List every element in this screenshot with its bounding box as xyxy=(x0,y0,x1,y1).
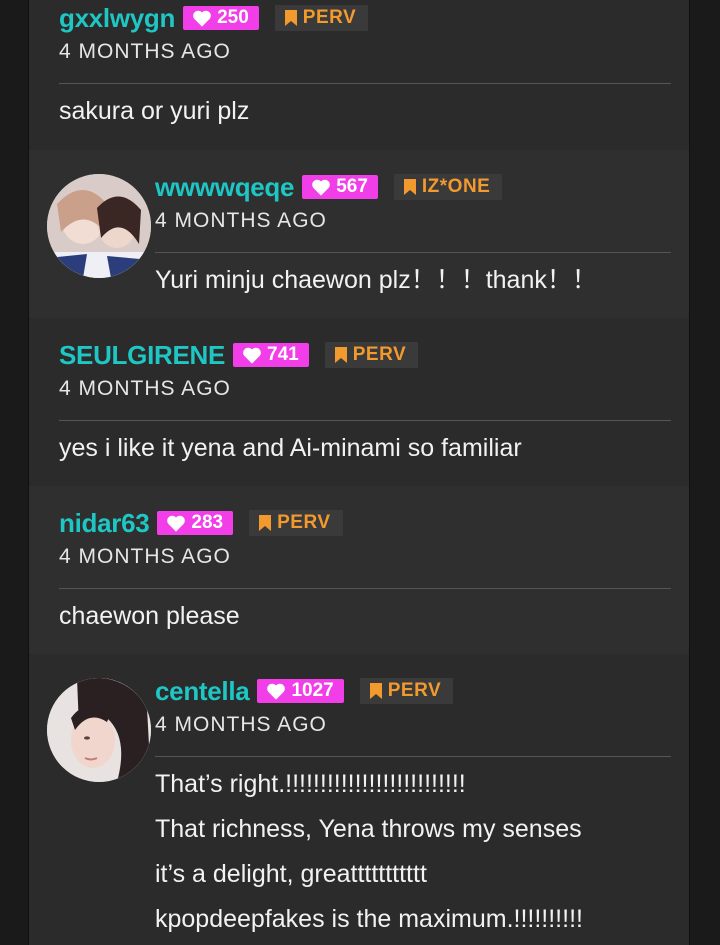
heart-icon xyxy=(167,515,186,532)
likes-count: 283 xyxy=(191,512,224,533)
comment-line: it’s a delight, greattttttttttt xyxy=(155,860,427,888)
comment-text: chaewon please xyxy=(59,602,240,630)
comment-line: That’s right.!!!!!!!!!!!!!!!!!!!!!!!!!! xyxy=(155,770,466,798)
comment: wwwwqeqe 567 IZ*ONE 4 MONTHS AGO Yuri mi… xyxy=(29,150,689,318)
comment-text: sakura or yuri plz xyxy=(59,97,250,125)
comment-header: wwwwqeqe 567 IZ*ONE xyxy=(155,170,671,204)
likes-badge[interactable]: 1027 xyxy=(257,679,344,703)
tag-label: PERV xyxy=(387,680,442,701)
heart-icon xyxy=(312,179,331,196)
bookmark-icon xyxy=(259,515,272,531)
user-tag[interactable]: PERV xyxy=(324,342,419,368)
username-link[interactable]: SEULGIRENE xyxy=(59,340,225,371)
username-link[interactable]: centella xyxy=(155,676,250,707)
likes-count: 567 xyxy=(336,176,368,197)
user-tag[interactable]: PERV xyxy=(359,678,454,704)
tag-label: PERV xyxy=(352,344,407,365)
likes-badge[interactable]: 567 xyxy=(302,175,378,199)
comment-header: gxxlwygn 250 PERV xyxy=(59,1,671,35)
timestamp: 4 MONTHS AGO xyxy=(155,209,327,232)
timestamp: 4 MONTHS AGO xyxy=(59,545,231,568)
comment-line: That richness, Yena throws my senses xyxy=(155,815,582,843)
bookmark-icon xyxy=(334,347,347,363)
likes-count: 741 xyxy=(267,344,299,365)
user-tag[interactable]: PERV xyxy=(249,510,343,536)
likes-count: 1027 xyxy=(291,680,334,701)
likes-badge[interactable]: 283 xyxy=(157,511,234,535)
avatar-image xyxy=(47,678,151,782)
comment-header: centella 1027 PERV xyxy=(155,674,671,708)
username-link[interactable]: nidar63 xyxy=(59,508,150,539)
comment: SEULGIRENE 741 PERV 4 MONTHS AGO yes i l… xyxy=(29,318,689,486)
timestamp: 4 MONTHS AGO xyxy=(59,377,231,400)
avatar[interactable] xyxy=(47,174,151,278)
comment: gxxlwygn 250 PERV 4 MONTHS AGO sakura or… xyxy=(29,1,689,150)
comment-text: yes i like it yena and Ai-minami so fami… xyxy=(59,434,522,462)
avatar[interactable] xyxy=(47,678,151,782)
heart-icon xyxy=(267,683,286,700)
comment-text: That’s right.!!!!!!!!!!!!!!!!!!!!!!!!!! … xyxy=(155,757,671,942)
timestamp: 4 MONTHS AGO xyxy=(155,713,327,736)
comment-feed: gxxlwygn 250 PERV 4 MONTHS AGO sakura or… xyxy=(28,0,690,945)
username-link[interactable]: gxxlwygn xyxy=(59,3,175,34)
bookmark-icon xyxy=(369,683,382,699)
comment: nidar63 283 PERV 4 MONTHS AGO chaewon pl… xyxy=(29,486,689,654)
comment-header: SEULGIRENE 741 PERV xyxy=(59,338,671,372)
user-tag[interactable]: PERV xyxy=(274,5,369,31)
bookmark-icon xyxy=(403,179,416,195)
user-tag[interactable]: IZ*ONE xyxy=(393,174,503,200)
tag-label: PERV xyxy=(302,7,357,28)
comment-header: nidar63 283 PERV xyxy=(59,506,671,540)
comment-line: kpopdeepfakes is the maximum.!!!!!!!!!! xyxy=(155,905,583,933)
timestamp: 4 MONTHS AGO xyxy=(59,40,231,63)
comment-text: Yuri minju chaewon plz！！！thank！！ xyxy=(155,266,597,294)
likes-badge[interactable]: 741 xyxy=(233,343,309,367)
heart-icon xyxy=(193,10,211,27)
likes-badge[interactable]: 250 xyxy=(183,6,259,30)
comment: centella 1027 PERV 4 MONTHS AGO That’s r… xyxy=(29,654,689,945)
tag-label: PERV xyxy=(277,512,331,533)
likes-count: 250 xyxy=(217,7,249,28)
tag-label: IZ*ONE xyxy=(421,176,491,197)
bookmark-icon xyxy=(284,10,297,26)
heart-icon xyxy=(243,347,261,364)
username-link[interactable]: wwwwqeqe xyxy=(155,172,294,203)
avatar-image xyxy=(47,174,151,278)
